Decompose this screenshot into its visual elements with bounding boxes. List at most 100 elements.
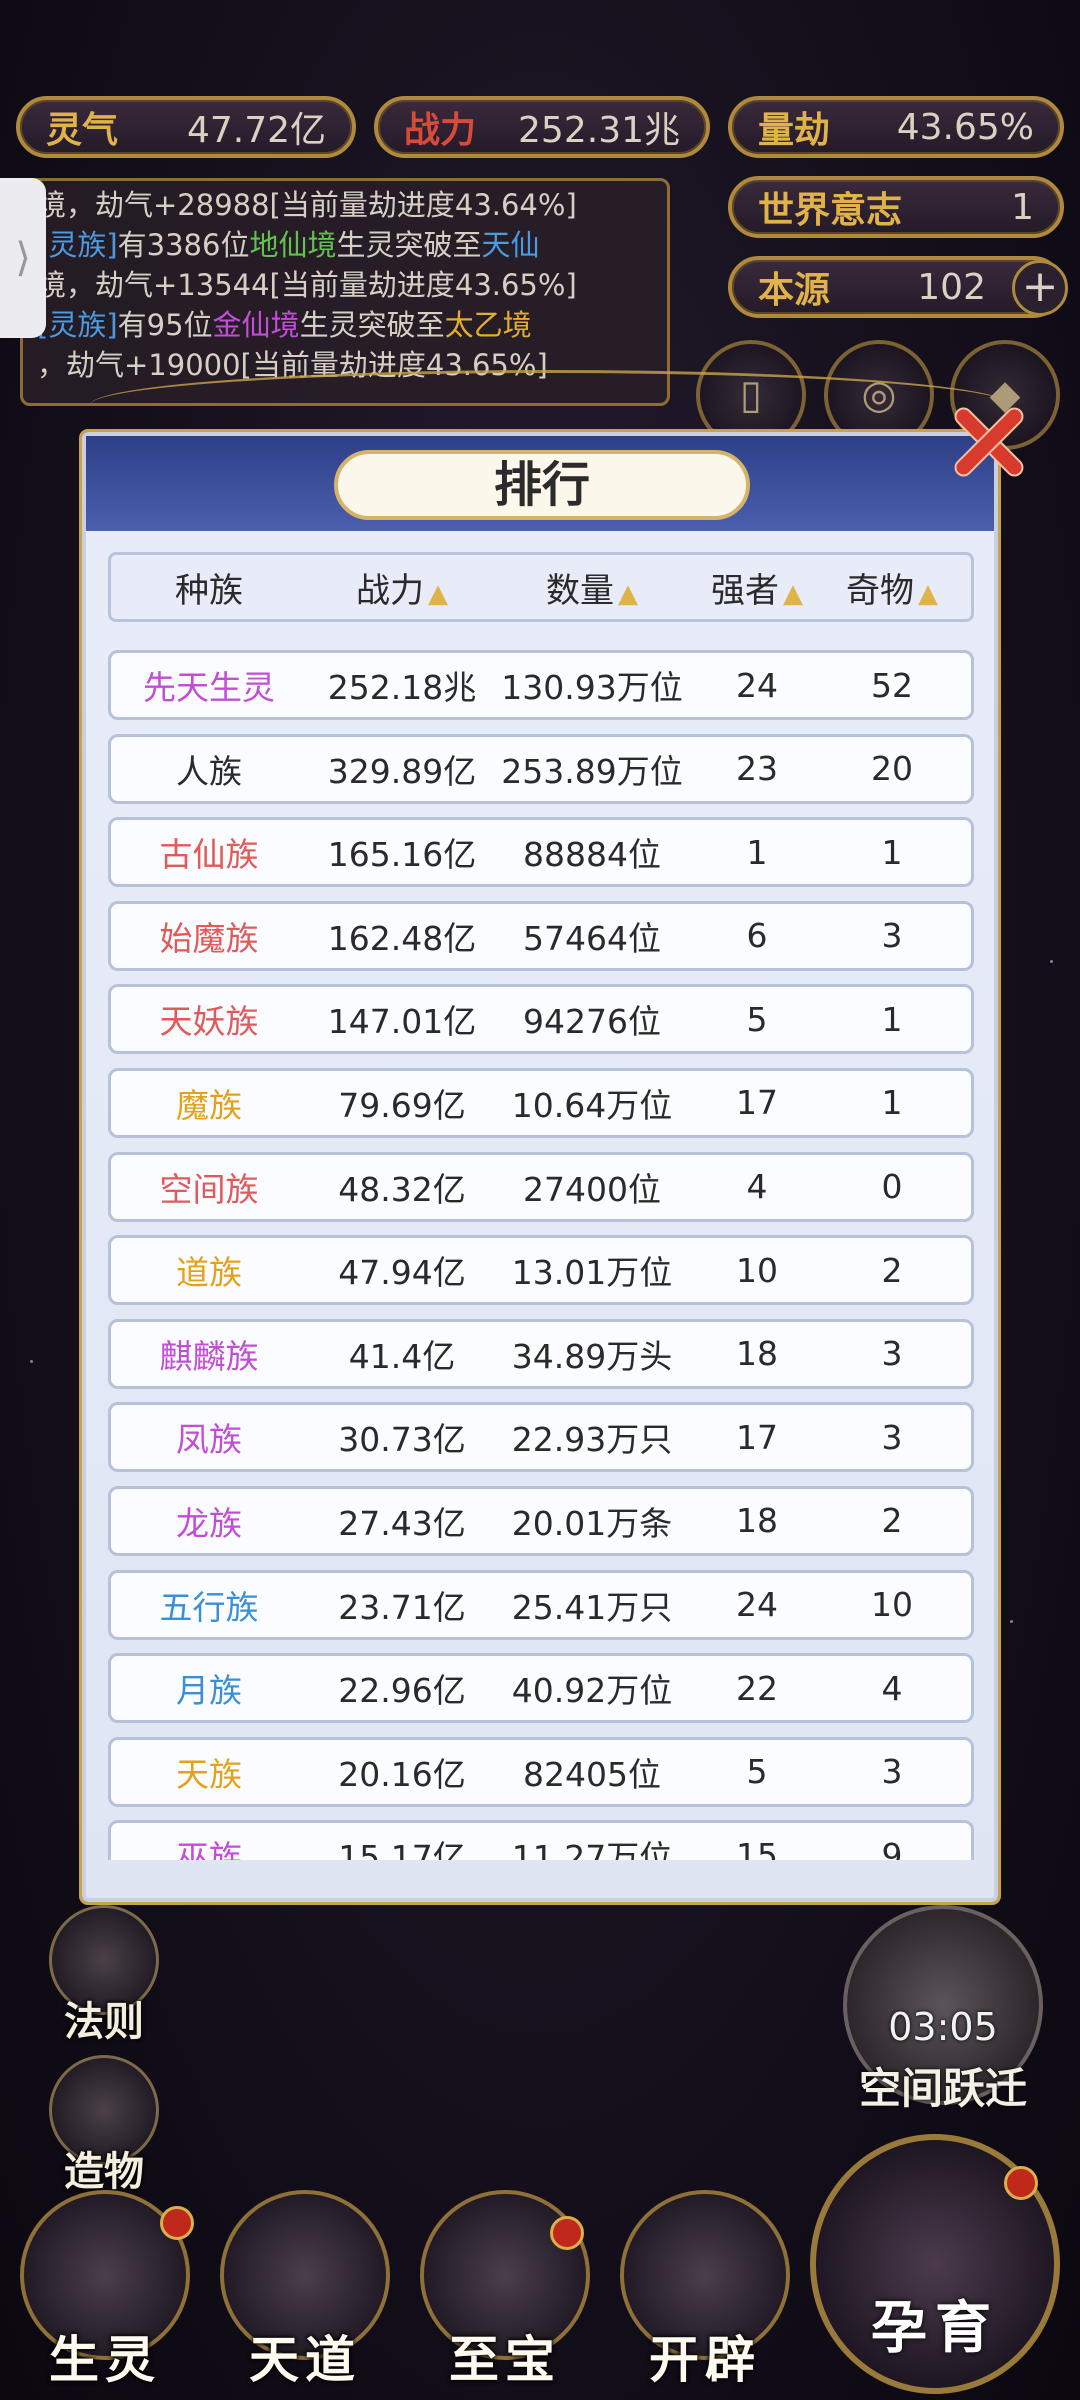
table-row[interactable]: 古仙族 165.16亿 88884位 1 1 <box>108 817 974 888</box>
table-row[interactable]: 麒麟族 41.4亿 34.89万头 18 3 <box>108 1318 974 1389</box>
race-cell: 空间族 <box>159 1169 259 1209</box>
table-row[interactable]: 五行族 23.71亿 25.41万只 24 10 <box>108 1569 974 1640</box>
count-cell: 253.89万位 <box>501 751 683 791</box>
treasure-cell: 3 <box>881 1334 903 1374</box>
count-cell: 11.27万位 <box>511 1838 673 1860</box>
count-cell: 25.41万只 <box>511 1587 673 1627</box>
shengling-label: 生灵 <box>49 2331 161 2389</box>
race-cell: 始魔族 <box>159 918 259 958</box>
liangjie-stat[interactable]: 量劫 43.65% <box>728 96 1064 158</box>
table-row[interactable]: 天族 20.16亿 82405位 5 3 <box>108 1736 974 1807</box>
treasure-cell: 2 <box>881 1501 903 1541</box>
zhanli-value: 252.31兆 <box>518 110 680 151</box>
tiandao-button[interactable]: 天道 <box>210 2190 400 2390</box>
power-cell: 329.89亿 <box>327 751 477 791</box>
treasure-cell: 1 <box>881 999 903 1039</box>
notification-dot <box>160 2206 194 2240</box>
faze-button[interactable]: 法则 <box>44 1905 164 2047</box>
log-line: [灵族]有95位金仙境生灵突破至太乙境 <box>37 308 532 342</box>
decor-wire <box>90 370 1010 440</box>
close-button[interactable] <box>938 395 1030 487</box>
table-row[interactable]: 人族 329.89亿 253.89万位 23 20 <box>108 733 974 804</box>
notification-dot <box>550 2216 584 2250</box>
zhibao-label: 至宝 <box>449 2331 561 2389</box>
elite-cell: 15 <box>736 1835 778 1860</box>
treasure-cell: 9 <box>881 1835 903 1860</box>
count-cell: 130.93万位 <box>501 668 683 707</box>
treasure-cell: 3 <box>881 1417 903 1457</box>
treasure-cell: 0 <box>881 1167 903 1207</box>
side-drawer-tab[interactable]: ⟩ <box>0 178 46 338</box>
space-jump-button[interactable]: 03:05 空间跃迁 <box>838 1905 1048 2125</box>
benyuan-label: 本源 <box>758 270 831 311</box>
race-cell: 月族 <box>176 1671 242 1711</box>
shijie-value: 1 <box>1011 186 1034 228</box>
power-cell: 15.17亿 <box>338 1838 466 1860</box>
notification-dot <box>1004 2166 1038 2200</box>
table-row[interactable]: 巫族 15.17亿 11.27万位 15 9 <box>108 1820 974 1860</box>
race-cell: 麒麟族 <box>159 1336 259 1376</box>
race-cell: 道族 <box>176 1253 242 1293</box>
treasure-cell: 52 <box>871 665 913 705</box>
table-row[interactable]: 空间族 48.32亿 27400位 4 0 <box>108 1151 974 1222</box>
header-count[interactable]: 数量 ▲ <box>497 563 687 612</box>
race-cell: 人族 <box>176 751 242 791</box>
elite-cell: 24 <box>736 665 778 705</box>
elite-cell: 1 <box>746 832 768 872</box>
log-line: 境，劫气+13544[当前量劫进度43.65%] <box>37 268 577 302</box>
liangjie-value: 43.65% <box>896 106 1034 148</box>
kaipi-button[interactable]: 开辟 <box>610 2190 800 2390</box>
modal-title: 排行 <box>334 450 750 520</box>
power-cell: 252.18兆 <box>327 668 477 707</box>
header-elite[interactable]: 强者 ▲ <box>687 563 827 612</box>
star <box>30 1360 33 1363</box>
treasure-cell: 20 <box>871 749 913 789</box>
count-cell: 13.01万位 <box>511 1253 673 1293</box>
elite-cell: 5 <box>746 1752 768 1792</box>
header-treasure[interactable]: 奇物 ▲ <box>827 563 957 612</box>
lingqi-value: 47.72亿 <box>186 110 326 151</box>
treasure-cell: 1 <box>881 1083 903 1123</box>
table-row[interactable]: 月族 22.96亿 40.92万位 22 4 <box>108 1653 974 1724</box>
table-row[interactable]: 龙族 27.43亿 20.01万条 18 2 <box>108 1485 974 1556</box>
race-cell: 凤族 <box>176 1420 242 1460</box>
race-cell: 先天生灵 <box>143 668 275 707</box>
table-row[interactable]: 魔族 79.69亿 10.64万位 17 1 <box>108 1067 974 1138</box>
power-cell: 79.69亿 <box>338 1085 466 1125</box>
table-row[interactable]: 道族 47.94亿 13.01万位 10 2 <box>108 1235 974 1306</box>
power-cell: 41.4亿 <box>348 1336 456 1376</box>
race-cell: 天妖族 <box>159 1002 259 1042</box>
zaowu-button[interactable]: 造物 <box>44 2055 164 2197</box>
treasure-cell: 3 <box>881 1752 903 1792</box>
table-row[interactable]: 凤族 30.73亿 22.93万只 17 3 <box>108 1402 974 1473</box>
lingqi-stat: 灵气 47.72亿 <box>16 96 356 158</box>
elite-cell: 4 <box>746 1167 768 1207</box>
header-race: 种族 <box>175 570 243 611</box>
add-benyuan-button[interactable]: + <box>1012 260 1068 316</box>
count-cell: 57464位 <box>523 918 661 958</box>
sort-icon: ▲ <box>428 578 448 609</box>
treasure-cell: 1 <box>881 832 903 872</box>
ranking-list[interactable]: 先天生灵 252.18兆 130.93万位 24 52 人族 329.89亿 253.89万位… <box>108 650 974 1860</box>
header-power[interactable]: 战力 ▲ <box>307 563 497 612</box>
table-row[interactable]: 天妖族 147.01亿 94276位 5 1 <box>108 984 974 1055</box>
sort-icon: ▲ <box>618 578 638 609</box>
count-cell: 94276位 <box>523 1002 661 1042</box>
power-cell: 20.16亿 <box>338 1754 466 1794</box>
benyuan-value: 102 <box>917 266 986 308</box>
count-cell: 27400位 <box>523 1169 661 1209</box>
table-row[interactable]: 先天生灵 252.18兆 130.93万位 24 52 <box>108 650 974 720</box>
table-row[interactable]: 始魔族 162.48亿 57464位 6 3 <box>108 900 974 971</box>
power-cell: 165.16亿 <box>327 835 477 875</box>
count-cell: 20.01万条 <box>511 1503 673 1543</box>
star <box>1010 1620 1013 1623</box>
tiandao-label: 天道 <box>249 2331 361 2389</box>
power-cell: 22.96亿 <box>338 1671 466 1711</box>
yunyu-label: 孕育 <box>871 2296 999 2361</box>
race-cell: 龙族 <box>176 1503 242 1543</box>
shijie-label: 世界意志 <box>758 190 903 231</box>
race-cell: 巫族 <box>176 1838 242 1860</box>
shijie-stat[interactable]: 世界意志 1 <box>728 176 1064 238</box>
ranking-header: 种族 战力 ▲ 数量 ▲ 强者 ▲ 奇物 ▲ <box>108 552 974 622</box>
space-jump-label: 空间跃迁 <box>858 2064 1027 2113</box>
